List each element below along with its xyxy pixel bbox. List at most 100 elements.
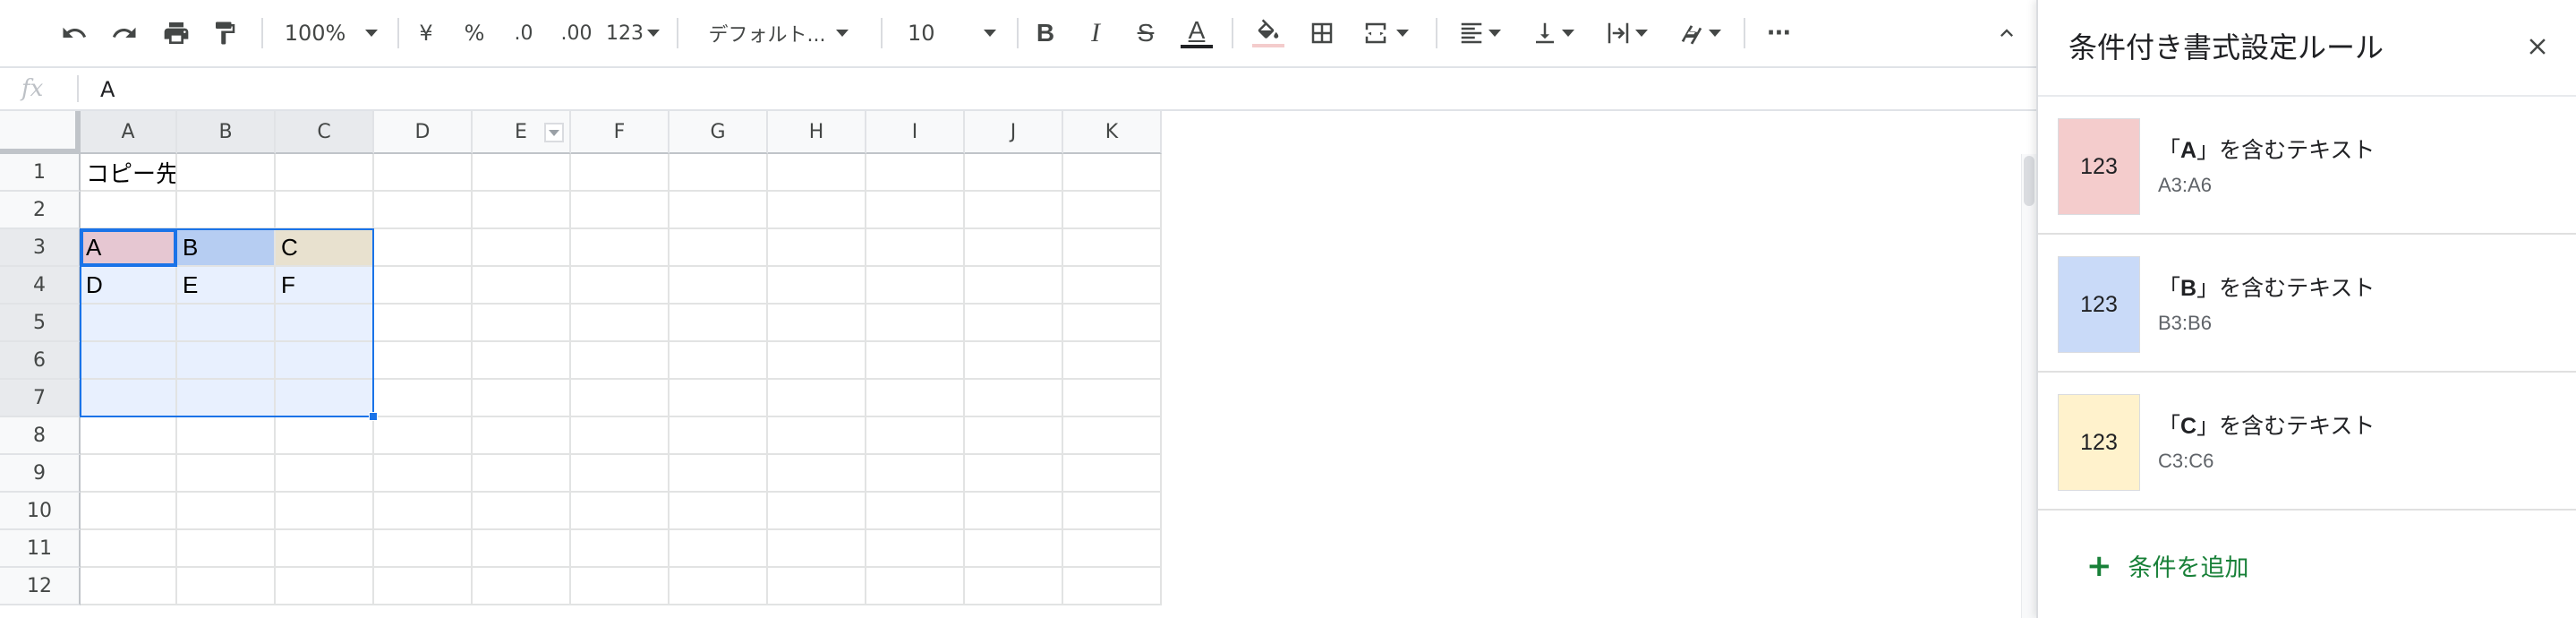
cell-k6[interactable] xyxy=(1063,342,1162,380)
cell-b12[interactable] xyxy=(177,568,276,605)
cell-c2[interactable] xyxy=(276,192,374,229)
cell-g10[interactable] xyxy=(670,493,768,530)
redo-button[interactable] xyxy=(106,13,143,54)
cell-h6[interactable] xyxy=(768,342,866,380)
column-menu-icon[interactable] xyxy=(544,123,564,142)
cell-j7[interactable] xyxy=(965,380,1063,417)
cell-g2[interactable] xyxy=(670,192,768,229)
column-header-k[interactable]: K xyxy=(1063,111,1162,154)
cell-h2[interactable] xyxy=(768,192,866,229)
percent-format-button[interactable]: % xyxy=(458,13,490,54)
cell-d4[interactable] xyxy=(374,267,473,305)
cell-b2[interactable] xyxy=(177,192,276,229)
cell-b3[interactable]: B xyxy=(177,229,276,267)
cell-a6[interactable] xyxy=(81,342,177,380)
italic-button[interactable]: I xyxy=(1079,13,1112,54)
cell-f12[interactable] xyxy=(571,568,670,605)
cell-g6[interactable] xyxy=(670,342,768,380)
cell-a3[interactable]: A xyxy=(81,229,177,267)
cell-i7[interactable] xyxy=(866,380,965,417)
cell-c6[interactable] xyxy=(276,342,374,380)
cell-i6[interactable] xyxy=(866,342,965,380)
cell-d12[interactable] xyxy=(374,568,473,605)
cell-d9[interactable] xyxy=(374,455,473,493)
cell-c4[interactable]: F xyxy=(276,267,374,305)
row-header-4[interactable]: 4 xyxy=(0,267,81,305)
print-button[interactable] xyxy=(158,13,195,54)
cell-d6[interactable] xyxy=(374,342,473,380)
cell-b5[interactable] xyxy=(177,305,276,342)
column-header-d[interactable]: D xyxy=(374,111,473,154)
row-header-3[interactable]: 3 xyxy=(0,229,81,267)
cell-g9[interactable] xyxy=(670,455,768,493)
cell-f2[interactable] xyxy=(571,192,670,229)
select-all-corner[interactable] xyxy=(0,111,81,154)
cell-f3[interactable] xyxy=(571,229,670,267)
cell-e12[interactable] xyxy=(473,568,571,605)
cell-e10[interactable] xyxy=(473,493,571,530)
column-header-g[interactable]: G xyxy=(670,111,768,154)
cell-a2[interactable] xyxy=(81,192,177,229)
cell-k12[interactable] xyxy=(1063,568,1162,605)
cell-b9[interactable] xyxy=(177,455,276,493)
cell-f10[interactable] xyxy=(571,493,670,530)
cell-a11[interactable] xyxy=(81,530,177,568)
cell-i2[interactable] xyxy=(866,192,965,229)
cell-i3[interactable] xyxy=(866,229,965,267)
cell-j9[interactable] xyxy=(965,455,1063,493)
close-panel-button[interactable] xyxy=(2520,29,2555,64)
cell-k1[interactable] xyxy=(1063,154,1162,192)
cell-f7[interactable] xyxy=(571,380,670,417)
cell-a7[interactable] xyxy=(81,380,177,417)
row-header-8[interactable]: 8 xyxy=(0,417,81,455)
cell-g5[interactable] xyxy=(670,305,768,342)
cell-e2[interactable] xyxy=(473,192,571,229)
zoom-select[interactable]: 100% xyxy=(279,13,383,54)
cell-k2[interactable] xyxy=(1063,192,1162,229)
cell-j11[interactable] xyxy=(965,530,1063,568)
cell-j10[interactable] xyxy=(965,493,1063,530)
row-header-10[interactable]: 10 xyxy=(0,493,81,530)
cell-h8[interactable] xyxy=(768,417,866,455)
cell-i9[interactable] xyxy=(866,455,965,493)
cell-d8[interactable] xyxy=(374,417,473,455)
cell-i8[interactable] xyxy=(866,417,965,455)
cell-j2[interactable] xyxy=(965,192,1063,229)
column-header-h[interactable]: H xyxy=(768,111,866,154)
cell-e11[interactable] xyxy=(473,530,571,568)
strikethrough-button[interactable]: S xyxy=(1130,13,1162,54)
cell-c3[interactable]: C xyxy=(276,229,374,267)
increase-decimal-button[interactable]: .00 xyxy=(553,13,600,54)
cell-b8[interactable] xyxy=(177,417,276,455)
vertical-align-button[interactable] xyxy=(1523,13,1582,54)
text-rotation-button[interactable] xyxy=(1670,13,1729,54)
cell-d2[interactable] xyxy=(374,192,473,229)
cell-k3[interactable] xyxy=(1063,229,1162,267)
format-rule-item[interactable]: 123 「C」を含むテキスト C3:C6 xyxy=(2038,373,2576,511)
cell-a4[interactable]: D xyxy=(81,267,177,305)
column-header-c[interactable]: C xyxy=(276,111,374,154)
cell-d7[interactable] xyxy=(374,380,473,417)
cell-a12[interactable] xyxy=(81,568,177,605)
row-header-1[interactable]: 1 xyxy=(0,154,81,192)
column-header-j[interactable]: J xyxy=(965,111,1063,154)
cell-c1[interactable] xyxy=(276,154,374,192)
cell-k5[interactable] xyxy=(1063,305,1162,342)
cell-j6[interactable] xyxy=(965,342,1063,380)
horizontal-align-button[interactable] xyxy=(1450,13,1509,54)
cell-d10[interactable] xyxy=(374,493,473,530)
cell-b7[interactable] xyxy=(177,380,276,417)
cell-a1[interactable]: コピー先 xyxy=(81,154,177,192)
cell-e5[interactable] xyxy=(473,305,571,342)
cell-f6[interactable] xyxy=(571,342,670,380)
cell-k11[interactable] xyxy=(1063,530,1162,568)
font-size-select[interactable]: 10 xyxy=(908,13,1015,54)
row-header-5[interactable]: 5 xyxy=(0,305,81,342)
cell-j5[interactable] xyxy=(965,305,1063,342)
column-header-b[interactable]: B xyxy=(177,111,276,154)
cell-g4[interactable] xyxy=(670,267,768,305)
fill-handle[interactable] xyxy=(369,412,378,421)
paint-format-button[interactable] xyxy=(206,13,243,54)
cell-b1[interactable] xyxy=(177,154,276,192)
cell-c9[interactable] xyxy=(276,455,374,493)
